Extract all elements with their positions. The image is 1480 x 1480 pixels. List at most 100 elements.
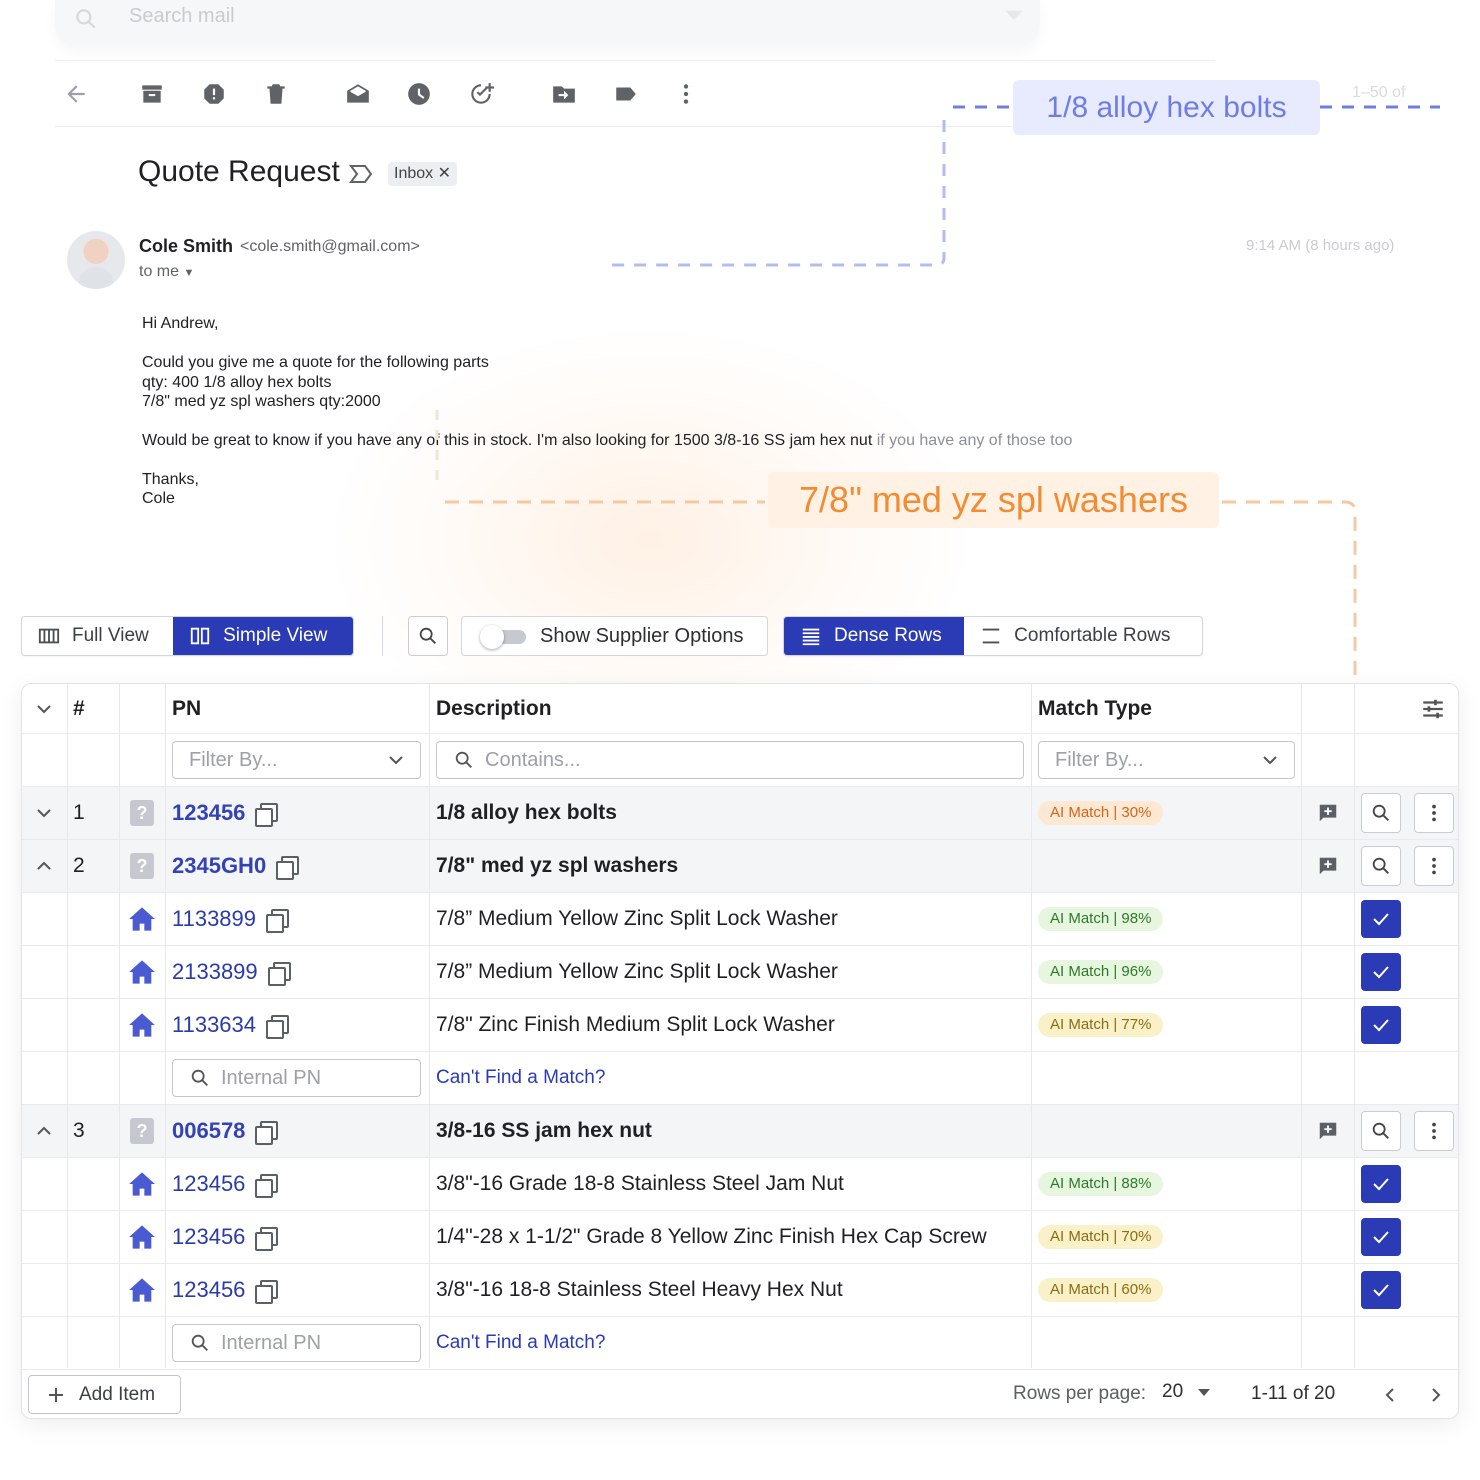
row-more-button[interactable]: [1414, 793, 1454, 833]
mark-unread-icon[interactable]: [344, 80, 372, 108]
remove-label-icon[interactable]: ✕: [438, 165, 451, 182]
row-more-button[interactable]: [1414, 846, 1454, 886]
home-icon: [128, 893, 156, 945]
internal-pn-input[interactable]: Internal PN: [172, 1059, 421, 1097]
home-icon: [128, 1211, 156, 1263]
add-comment-icon[interactable]: [1317, 840, 1339, 892]
copy-icon[interactable]: [266, 1015, 290, 1039]
previous-page-icon[interactable]: [1380, 1385, 1400, 1405]
archive-icon[interactable]: [138, 80, 166, 108]
recipient-details[interactable]: to me ▼: [139, 263, 194, 281]
comfortable-rows-button[interactable]: Comfortable Rows: [964, 617, 1202, 655]
full-view-button[interactable]: Full View: [22, 617, 173, 655]
internal-pn-input[interactable]: Internal PN: [172, 1324, 421, 1362]
to-line: to me: [139, 263, 180, 280]
table-row-match[interactable]: 123456 1/4"-28 x 1-1/2" Grade 8 Yellow Z…: [22, 1211, 1458, 1264]
column-header-match-type[interactable]: Match Type: [1038, 684, 1152, 733]
match-filter-select[interactable]: Filter By...: [1038, 741, 1295, 779]
select-checkbox[interactable]: [1361, 953, 1401, 991]
add-item-button[interactable]: Add Item: [28, 1375, 181, 1414]
part-number-link[interactable]: 123456: [172, 800, 245, 826]
item-description: 7/8" Zinc Finish Medium Split Lock Washe…: [436, 1013, 835, 1036]
select-checkbox[interactable]: [1361, 1271, 1401, 1309]
cant-find-match-link[interactable]: Can't Find a Match?: [436, 1052, 605, 1104]
simple-view-button[interactable]: Simple View: [173, 617, 353, 655]
part-number-link[interactable]: 123456: [172, 1224, 245, 1250]
copy-icon[interactable]: [255, 803, 279, 827]
collapse-row-icon[interactable]: [34, 1105, 54, 1157]
back-arrow-icon[interactable]: [62, 80, 90, 108]
inbox-label-chip[interactable]: Inbox ✕: [388, 162, 457, 186]
mail-search-placeholder: Search mail: [129, 5, 235, 27]
rows-per-page-select[interactable]: 20: [1162, 1381, 1211, 1403]
search-options-chevron-icon[interactable]: [1005, 10, 1023, 22]
add-task-icon[interactable]: [467, 80, 495, 108]
select-checkbox[interactable]: [1361, 1006, 1401, 1044]
copy-icon[interactable]: [276, 856, 300, 880]
copy-icon[interactable]: [255, 1227, 279, 1251]
copy-icon[interactable]: [267, 962, 291, 986]
part-number-link[interactable]: 123456: [172, 1277, 245, 1303]
search-icon: [419, 627, 436, 644]
table-row-match[interactable]: 123456 3/8"-16 Grade 18-8 Stainless Stee…: [22, 1158, 1458, 1211]
row-more-button[interactable]: [1414, 1111, 1454, 1151]
copy-icon[interactable]: [255, 1174, 279, 1198]
table-row-match[interactable]: 123456 3/8"-16 18-8 Stainless Steel Heav…: [22, 1264, 1458, 1317]
column-divider: [119, 684, 120, 1368]
copy-icon[interactable]: [255, 1121, 279, 1145]
copy-icon[interactable]: [255, 1280, 279, 1304]
body-greeting: Hi Andrew,: [142, 315, 219, 332]
select-checkbox[interactable]: [1361, 900, 1401, 938]
table-row-match[interactable]: 1133634 7/8" Zinc Finish Medium Split Lo…: [22, 999, 1458, 1052]
next-page-icon[interactable]: [1426, 1385, 1446, 1405]
home-icon: [128, 946, 156, 998]
search-icon: [191, 1334, 208, 1351]
importance-marker-icon[interactable]: [349, 163, 373, 185]
add-comment-icon[interactable]: [1317, 787, 1339, 839]
part-number-link[interactable]: 2345GH0: [172, 853, 266, 879]
supplier-options-toggle[interactable]: Show Supplier Options: [461, 616, 768, 656]
table-row-parent[interactable]: 2 ? 2345GH0 7/8" med yz spl washers: [22, 840, 1458, 893]
pn-filter-select[interactable]: Filter By...: [172, 741, 421, 779]
table-row-parent[interactable]: 3 ? 006578 3/8-16 SS jam hex nut: [22, 1105, 1458, 1158]
cant-find-match-link[interactable]: Can't Find a Match?: [436, 1317, 605, 1369]
part-number-link[interactable]: 1133899: [172, 906, 256, 932]
report-spam-icon[interactable]: [200, 80, 228, 108]
row-search-button[interactable]: [1361, 846, 1401, 886]
mail-search-bar[interactable]: Search mail: [55, 0, 1040, 46]
divider: [55, 60, 1215, 61]
move-to-icon[interactable]: [550, 80, 578, 108]
column-header-description[interactable]: Description: [436, 684, 552, 733]
snooze-icon[interactable]: [405, 80, 433, 108]
table-row-match[interactable]: 2133899 7/8” Medium Yellow Zinc Split Lo…: [22, 946, 1458, 999]
row-search-button[interactable]: [1361, 1111, 1401, 1151]
select-checkbox[interactable]: [1361, 1218, 1401, 1256]
dense-rows-button[interactable]: Dense Rows: [784, 617, 965, 655]
label-icon[interactable]: [612, 80, 640, 108]
part-number-link[interactable]: 006578: [172, 1118, 245, 1144]
callout-orange: 7/8" med yz spl washers: [768, 472, 1219, 528]
collapse-row-icon[interactable]: [34, 840, 54, 892]
delete-icon[interactable]: [262, 80, 290, 108]
collapse-all-icon[interactable]: [34, 684, 54, 733]
copy-icon[interactable]: [266, 909, 290, 933]
part-number-link[interactable]: 2133899: [172, 959, 258, 985]
part-number-link[interactable]: 123456: [172, 1171, 245, 1197]
full-view-label: Full View: [72, 625, 149, 646]
caret-down-icon: [1198, 1389, 1211, 1396]
expand-row-icon[interactable]: [34, 787, 54, 839]
signature: Cole: [142, 490, 175, 507]
part-number-link[interactable]: 1133634: [172, 1012, 256, 1038]
description-filter-input[interactable]: Contains...: [436, 741, 1024, 779]
inbox-label-text: Inbox: [394, 165, 434, 182]
more-vert-icon[interactable]: [672, 80, 700, 108]
select-checkbox[interactable]: [1361, 1165, 1401, 1203]
table-search-button[interactable]: [408, 616, 448, 656]
toggle-switch[interactable]: [480, 625, 528, 649]
table-row-match[interactable]: 1133899 7/8” Medium Yellow Zinc Split Lo…: [22, 893, 1458, 946]
column-header-pn[interactable]: PN: [172, 684, 201, 733]
table-row-parent[interactable]: 1 ? 123456 1/8 alloy hex bolts AI Match …: [22, 787, 1458, 840]
column-settings-icon[interactable]: [1420, 684, 1446, 733]
add-comment-icon[interactable]: [1317, 1105, 1339, 1157]
row-search-button[interactable]: [1361, 793, 1401, 833]
